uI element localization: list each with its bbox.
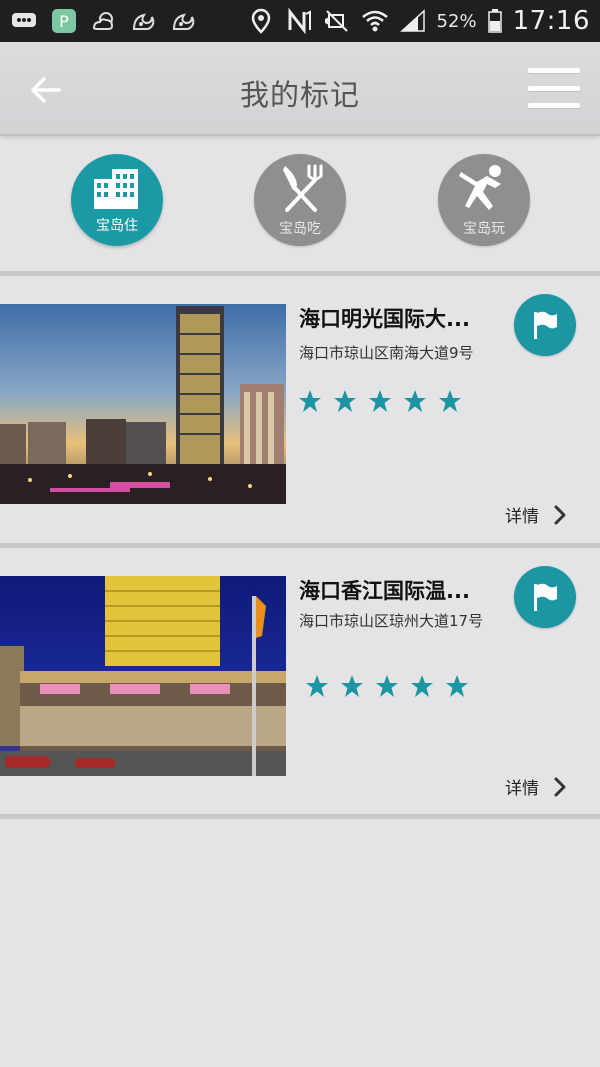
- category-tabs: 宝岛住 宝岛吃 宝岛玩: [0, 138, 600, 272]
- hotel-card[interactable]: 海口明光国际大... 海口市琼山区南海大道9号 详情: [0, 276, 600, 542]
- fork-knife-icon: [283, 164, 323, 212]
- page-title: 我的标记: [239, 78, 360, 112]
- location-icon: [247, 8, 275, 34]
- flag-icon: [534, 583, 557, 611]
- star-icon: [376, 675, 398, 697]
- hotel-name: 海口香江国际温...: [299, 579, 470, 603]
- wifi-icon: [361, 9, 389, 33]
- detail-label: 详情: [505, 779, 539, 799]
- star-icon: [299, 390, 321, 412]
- hotel-address: 海口市琼山区琼州大道17号: [299, 612, 484, 630]
- detail-label: 详情: [505, 507, 539, 527]
- divider: [0, 814, 600, 819]
- battery-icon: [487, 9, 503, 33]
- hotel-address: 海口市琼山区南海大道9号: [299, 344, 474, 362]
- star-icon: [369, 390, 391, 412]
- play-figure-icon: [459, 165, 501, 210]
- hamburger-menu-icon: [528, 68, 580, 73]
- bookmark-flag-button[interactable]: [514, 294, 576, 356]
- tab-label: 宝岛吃: [279, 221, 321, 237]
- building-icon: [94, 169, 138, 209]
- status-bar: P 52% 17:16: [0, 0, 600, 42]
- chevron-right-icon: [554, 777, 566, 796]
- tab-baodao-zhu[interactable]: 宝岛住: [71, 154, 163, 246]
- nfc-icon: [285, 8, 313, 34]
- chevron-right-icon: [554, 505, 566, 524]
- battery-percent: 52%: [436, 10, 477, 32]
- mute-icon: [323, 9, 351, 33]
- star-icon: [411, 675, 433, 697]
- p-app-icon: P: [50, 9, 78, 33]
- bookmark-flag-button[interactable]: [514, 566, 576, 628]
- hotel-card[interactable]: 海口香江国际温... 海口市琼山区琼州大道17号 详情: [0, 548, 600, 814]
- tab-label: 宝岛玩: [463, 221, 505, 237]
- tab-baodao-wan[interactable]: 宝岛玩: [438, 154, 530, 246]
- uc-browser-icon: [130, 9, 158, 33]
- signal-icon: [399, 9, 427, 33]
- star-icon: [341, 675, 363, 697]
- message-icon: [10, 9, 38, 33]
- detail-link[interactable]: 详情: [505, 774, 567, 799]
- flag-icon: [534, 311, 557, 339]
- star-icon: [404, 390, 426, 412]
- hotel-photo[interactable]: [0, 304, 286, 504]
- menu-button[interactable]: [528, 64, 580, 112]
- clock-time: 17:16: [512, 6, 590, 36]
- app-header: 我的标记: [0, 42, 600, 136]
- star-icon: [439, 390, 461, 412]
- detail-link[interactable]: 详情: [505, 502, 567, 527]
- weather-icon: [90, 9, 118, 33]
- uc-browser-icon: [170, 9, 198, 33]
- star-icon: [446, 675, 468, 697]
- hotel-photo[interactable]: [0, 576, 286, 776]
- hotel-name: 海口明光国际大...: [299, 307, 470, 331]
- tab-label: 宝岛住: [96, 218, 138, 234]
- star-icon: [334, 390, 356, 412]
- star-icon: [306, 675, 328, 697]
- svg-text:P: P: [59, 12, 69, 31]
- tab-baodao-chi[interactable]: 宝岛吃: [254, 154, 346, 246]
- star-rating: [298, 389, 462, 413]
- star-rating: [305, 674, 469, 698]
